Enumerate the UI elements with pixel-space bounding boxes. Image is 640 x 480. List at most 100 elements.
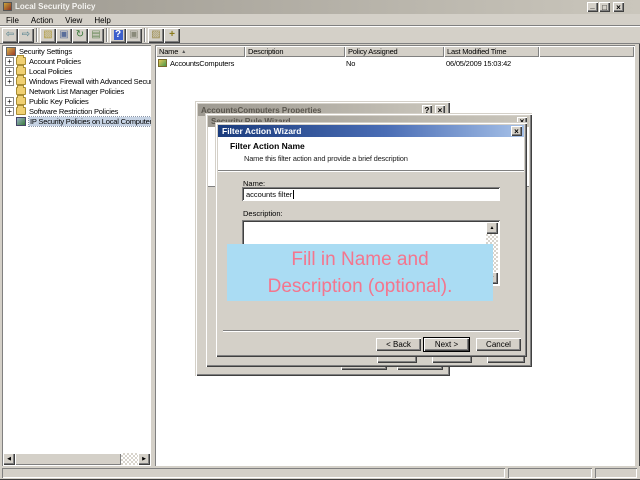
tree-item-label: Network List Manager Policies — [29, 87, 124, 96]
tree-item-software-restriction[interactable]: + Software Restriction Policies — [5, 106, 118, 116]
arrow-left-icon: ◀ — [7, 456, 11, 462]
show-console-tree-button[interactable]: ▧ — [40, 28, 56, 43]
window-title: Local Security Policy — [15, 2, 95, 11]
cell-text: No — [346, 59, 355, 68]
expand-icon[interactable]: + — [5, 57, 14, 66]
tree-horizontal-scrollbar[interactable]: ◀ ▶ — [3, 453, 150, 465]
tree-item-ip-security-policies[interactable]: IP Security Policies on Local Computer — [16, 116, 151, 126]
expand-icon[interactable]: + — [5, 77, 14, 86]
back-button[interactable]: < Back — [376, 338, 421, 351]
text-cursor — [293, 190, 294, 199]
name-input-value: accounts filter — [246, 190, 292, 199]
tree-item-label: Windows Firewall with Advanced Security — [29, 77, 151, 86]
window-pane-icon: ▣ — [59, 30, 68, 40]
create-ip-policy-button[interactable]: ▨ — [148, 28, 164, 43]
tree-item-windows-firewall[interactable]: + Windows Firewall with Advanced Securit… — [5, 76, 151, 86]
column-header-name[interactable]: Name ▴ — [156, 46, 245, 57]
arrow-up-icon: ▲ — [490, 225, 495, 231]
folder-icon — [16, 87, 26, 95]
status-section-2 — [508, 468, 592, 478]
annotation-line-1: Fill in Name and — [227, 246, 493, 273]
folder-icon — [16, 107, 26, 115]
table-row[interactable]: AccountsComputers No 06/05/2009 15:03:42 — [156, 58, 634, 68]
next-label: Next > — [435, 340, 458, 349]
status-bar — [0, 466, 640, 479]
menu-view[interactable]: View — [59, 16, 88, 25]
tree-item-network-list-manager[interactable]: Network List Manager Policies — [16, 86, 124, 96]
maximize-icon: □ — [602, 3, 607, 12]
column-label: Policy Assigned — [348, 47, 398, 56]
close-button[interactable]: × — [613, 2, 624, 12]
tree-item-label: Security Settings — [19, 47, 72, 56]
show-action-pane-button[interactable]: ▣ — [56, 28, 72, 43]
filter-action-wizard-dialog: Filter Action Wizard × Filter Action Nam… — [215, 122, 527, 357]
close-icon: × — [616, 3, 621, 12]
folder-icon — [16, 67, 26, 75]
column-header-last-modified[interactable]: Last Modified Time — [444, 46, 539, 57]
row-last-modified-cell: 06/05/2009 15:03:42 — [446, 58, 541, 68]
folder-icon — [16, 57, 26, 65]
scroll-thumb[interactable] — [15, 453, 121, 465]
back-label: < Back — [386, 340, 411, 349]
status-section-main — [2, 468, 505, 478]
minimize-icon: _ — [590, 1, 594, 10]
expand-icon[interactable]: + — [5, 67, 14, 76]
forward-button[interactable]: ⇨ — [18, 28, 34, 43]
row-description-cell — [245, 58, 345, 68]
column-header-policy-assigned[interactable]: Policy Assigned — [345, 46, 444, 57]
expand-icon[interactable]: + — [5, 97, 14, 106]
forward-icon: ⇨ — [22, 30, 30, 40]
column-header-description[interactable]: Description — [245, 46, 345, 57]
scroll-left-button[interactable]: ◀ — [3, 453, 15, 465]
maximize-button[interactable]: □ — [599, 2, 610, 12]
console-tree-panel: Security Settings + Account Policies + L… — [2, 45, 151, 466]
folder-icon — [16, 77, 26, 85]
tree-item-label: Account Policies — [29, 57, 81, 66]
next-button[interactable]: Next > — [424, 338, 469, 351]
annotation-line-2: Description (optional). — [227, 273, 493, 300]
console-root-icon — [6, 47, 16, 56]
status-section-3 — [595, 468, 637, 478]
filter-action-wizard-title: Filter Action Wizard — [222, 126, 301, 136]
add-filter-icon: + — [169, 30, 175, 40]
list-header-row: Name ▴ Description Policy Assigned Last … — [156, 46, 634, 57]
toolbar-separator — [144, 28, 146, 42]
folder-icon — [16, 97, 26, 105]
filter-action-wizard-titlebar[interactable]: Filter Action Wizard × — [218, 125, 524, 137]
filter-action-wizard-close-button[interactable]: × — [511, 126, 522, 136]
help-button[interactable]: ? — [110, 28, 126, 43]
menu-file[interactable]: File — [0, 16, 25, 25]
back-button[interactable]: ⇦ — [2, 28, 18, 43]
tree-item-label: IP Security Policies on Local Computer — [29, 117, 151, 126]
tree-item-security-settings[interactable]: Security Settings — [6, 46, 72, 56]
toolbar: ⇦ ⇨ ▧ ▣ ↻ ▤ ? ▣ ▨ + — [0, 26, 640, 44]
name-input[interactable]: accounts filter — [242, 187, 500, 201]
column-header-filler — [539, 46, 634, 57]
cancel-button[interactable]: Cancel — [476, 338, 521, 351]
wizard-footer-separator — [223, 330, 519, 332]
mmc-app-icon — [3, 2, 12, 11]
expand-icon[interactable]: + — [5, 107, 14, 116]
export-list-button[interactable]: ▤ — [88, 28, 104, 43]
manage-filter-lists-button[interactable]: + — [164, 28, 180, 43]
scroll-right-button[interactable]: ▶ — [138, 453, 150, 465]
close-icon: × — [514, 127, 519, 136]
wizard-header: Filter Action Name Name this filter acti… — [218, 137, 524, 171]
window-titlebar[interactable]: Local Security Policy _ □ × — [0, 0, 640, 14]
menu-help[interactable]: Help — [88, 16, 116, 25]
tree-item-local-policies[interactable]: + Local Policies — [5, 66, 72, 76]
column-label: Last Modified Time — [447, 47, 506, 56]
scroll-up-button[interactable]: ▲ — [486, 222, 498, 234]
minimize-button[interactable]: _ — [587, 2, 598, 12]
refresh-button[interactable]: ↻ — [72, 28, 88, 43]
properties-button[interactable]: ▣ — [126, 28, 142, 43]
wizard-subheading: Name this filter action and provide a br… — [244, 154, 408, 163]
menu-action[interactable]: Action — [25, 16, 59, 25]
column-label: Description — [248, 47, 283, 56]
description-label: Description: — [243, 209, 283, 218]
toolbar-separator — [36, 28, 38, 42]
tree-item-label: Local Policies — [29, 67, 72, 76]
back-icon: ⇦ — [6, 30, 14, 40]
toolbar-separator — [106, 28, 108, 42]
refresh-icon: ↻ — [76, 30, 84, 40]
